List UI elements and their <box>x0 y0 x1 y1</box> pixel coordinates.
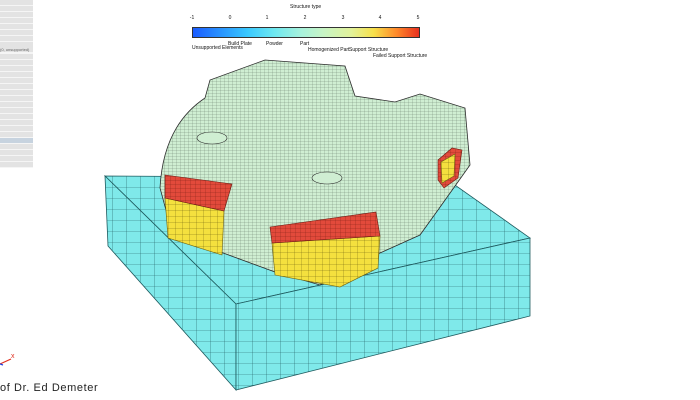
legend-category: Powder <box>266 41 283 47</box>
part-hole-left <box>196 131 228 145</box>
legend-tick: 5 <box>416 15 420 21</box>
axis-y-line <box>0 363 4 366</box>
axis-triad: x <box>0 353 15 366</box>
model-viewport[interactable] <box>0 0 700 400</box>
legend-category: Build Plate <box>228 41 252 47</box>
watermark-credit: of Dr. Ed Demeter <box>0 382 99 394</box>
legend-title: Structure type <box>290 4 322 10</box>
axis-x-label: x <box>11 353 15 360</box>
side-panel[interactable]: (0, unsupported) <box>0 0 33 172</box>
legend-tick: 3 <box>341 15 345 21</box>
legend-colorbar <box>192 27 420 38</box>
color-legend: Structure type -1 0 1 2 3 4 5 Unsupporte… <box>189 0 427 60</box>
legend-category: Failed Support Structure <box>373 53 428 59</box>
legend-tick: 0 <box>228 15 232 21</box>
axis-x-line <box>0 358 12 365</box>
side-panel-row[interactable] <box>0 162 33 168</box>
legend-tick: 2 <box>303 15 307 21</box>
legend-category: Homogenized Part <box>308 47 350 53</box>
legend-tick: -1 <box>189 15 195 21</box>
legend-tick: 1 <box>265 15 269 21</box>
legend-tick: 4 <box>378 15 382 21</box>
side-panel-row-label[interactable]: (0, unsupported) <box>0 47 33 53</box>
part-hole-center <box>311 171 343 185</box>
